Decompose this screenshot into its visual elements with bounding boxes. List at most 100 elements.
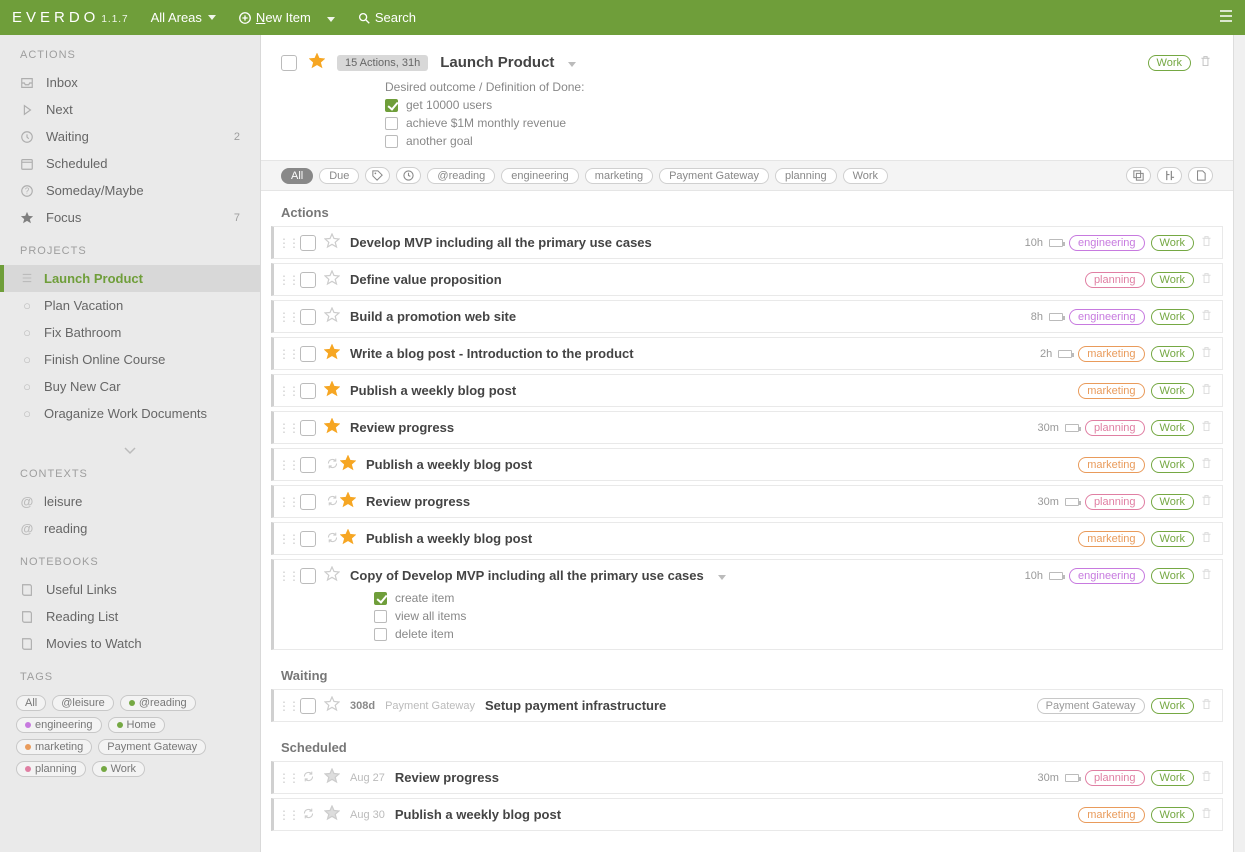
project-area-pill[interactable]: Work [1148, 55, 1191, 71]
drag-handle-icon[interactable] [278, 770, 292, 785]
tag-pill-paymentgateway[interactable]: Payment Gateway [98, 739, 206, 755]
row-checkbox[interactable] [300, 383, 316, 399]
tag-pill-work[interactable]: Work [92, 761, 145, 777]
search-button[interactable]: Search [357, 10, 416, 25]
drag-handle-icon[interactable] [278, 309, 292, 324]
row-trash-button[interactable] [1200, 346, 1214, 362]
drag-handle-icon[interactable] [278, 235, 292, 250]
sidebar-item-somedaymaybe[interactable]: Someday/Maybe [0, 177, 260, 204]
row-trash-button[interactable] [1200, 770, 1214, 786]
sidebar-notebook-usefullinks[interactable]: Useful Links [0, 576, 260, 603]
tag-pill-work[interactable]: Work [1151, 346, 1194, 362]
filter-time-button[interactable] [396, 167, 421, 184]
project-title-caret-icon[interactable] [568, 55, 576, 70]
content-scrollbar[interactable] [1233, 35, 1245, 852]
tag-pill-engineering[interactable]: engineering [16, 717, 102, 733]
filter-due-button[interactable]: Due [319, 168, 359, 184]
row-trash-button[interactable] [1200, 420, 1214, 436]
drag-handle-icon[interactable] [278, 272, 292, 287]
note-checkbox[interactable] [385, 117, 398, 130]
row-star-toggle[interactable] [324, 696, 340, 715]
row-checkbox[interactable] [300, 235, 316, 251]
row-trash-button[interactable] [1200, 272, 1214, 288]
tool-sliders-button[interactable] [1157, 167, 1182, 184]
row-star-toggle[interactable] [324, 768, 340, 787]
action-row[interactable]: Develop MVP including all the primary us… [271, 226, 1223, 259]
row-checkbox[interactable] [300, 494, 316, 510]
tag-pill-work[interactable]: Work [1151, 494, 1194, 510]
tag-pill-work[interactable]: Work [1151, 698, 1194, 714]
sidebar-project-launchproduct[interactable]: Launch Product [0, 265, 260, 292]
row-checkbox[interactable] [300, 420, 316, 436]
action-row[interactable]: Review progress 30m planningWork [271, 411, 1223, 444]
row-trash-button[interactable] [1200, 807, 1214, 823]
row-checkbox[interactable] [300, 309, 316, 325]
action-row[interactable]: Build a promotion web site 8h engineerin… [271, 300, 1223, 333]
tag-pill-reading[interactable]: @reading [120, 695, 196, 711]
project-trash-button[interactable] [1199, 55, 1213, 71]
sidebar-context-leisure[interactable]: @leisure [0, 488, 260, 515]
row-star-toggle[interactable] [324, 307, 340, 326]
row-star-toggle[interactable] [340, 492, 356, 511]
project-star-toggle[interactable] [309, 53, 325, 72]
tag-pill-work[interactable]: Work [1151, 531, 1194, 547]
tag-pill-eng[interactable]: engineering [1069, 309, 1145, 325]
tag-pill-grey[interactable]: Payment Gateway [1037, 698, 1145, 714]
tag-pill-planning[interactable]: planning [16, 761, 86, 777]
hamburger-button[interactable] [1219, 9, 1233, 26]
row-star-toggle[interactable] [324, 344, 340, 363]
sidebar-project-fixbathroom[interactable]: ○Fix Bathroom [0, 319, 260, 346]
row-trash-button[interactable] [1200, 457, 1214, 473]
tag-pill-eng[interactable]: engineering [1069, 235, 1145, 251]
row-trash-button[interactable] [1200, 235, 1214, 251]
row-trash-button[interactable] [1200, 309, 1214, 325]
tag-pill-work[interactable]: Work [1151, 235, 1194, 251]
action-row[interactable]: Publish a weekly blog post marketingWork [271, 522, 1223, 555]
sidebar-item-next[interactable]: Next [0, 96, 260, 123]
tag-pill-marketing[interactable]: marketing [16, 739, 92, 755]
filter-tag-button[interactable] [365, 167, 390, 184]
tag-pill-work[interactable]: Work [1151, 309, 1194, 325]
sidebar-item-scheduled[interactable]: Scheduled [0, 150, 260, 177]
sidebar-notebook-moviestowatch[interactable]: Movies to Watch [0, 630, 260, 657]
filter-tag-planning[interactable]: planning [775, 168, 837, 184]
note-checkbox[interactable] [374, 610, 387, 623]
filter-tag-reading[interactable]: @reading [427, 168, 495, 184]
sidebar-item-inbox[interactable]: Inbox [0, 69, 260, 96]
row-checkbox[interactable] [300, 698, 316, 714]
tag-pill-work[interactable]: Work [1151, 383, 1194, 399]
scheduled-row[interactable]: Aug 27 Review progress 30m planningWork [271, 761, 1223, 794]
sidebar-item-focus[interactable]: Focus7 [0, 204, 260, 231]
tag-pill-leisure[interactable]: @leisure [52, 695, 114, 711]
action-row[interactable]: Define value proposition planningWork [271, 263, 1223, 296]
note-checkbox[interactable] [374, 628, 387, 641]
note-checkbox[interactable] [385, 135, 398, 148]
row-checkbox[interactable] [300, 568, 316, 584]
tag-pill-plan[interactable]: planning [1085, 770, 1145, 786]
row-trash-button[interactable] [1200, 531, 1214, 547]
project-checkbox[interactable] [281, 55, 297, 71]
row-checkbox[interactable] [300, 272, 316, 288]
filter-tag-marketing[interactable]: marketing [585, 168, 653, 184]
tag-pill-plan[interactable]: planning [1085, 494, 1145, 510]
note-checkbox[interactable] [374, 592, 387, 605]
tag-pill-mkt[interactable]: marketing [1078, 531, 1144, 547]
sidebar-project-buynewcar[interactable]: ○Buy New Car [0, 373, 260, 400]
row-star-toggle[interactable] [324, 805, 340, 824]
drag-handle-icon[interactable] [278, 420, 292, 435]
row-trash-button[interactable] [1200, 383, 1214, 399]
row-star-toggle[interactable] [324, 270, 340, 289]
row-trash-button[interactable] [1200, 568, 1214, 584]
action-row[interactable]: Publish a weekly blog post marketingWork [271, 374, 1223, 407]
filter-tag-work[interactable]: Work [843, 168, 888, 184]
row-checkbox[interactable] [300, 346, 316, 362]
action-row[interactable]: Write a blog post - Introduction to the … [271, 337, 1223, 370]
scheduled-row[interactable]: Aug 30 Publish a weekly blog post market… [271, 798, 1223, 831]
tag-pill-all[interactable]: All [16, 695, 46, 711]
row-trash-button[interactable] [1200, 698, 1214, 714]
row-caret-icon[interactable] [718, 568, 726, 583]
tag-pill-work[interactable]: Work [1151, 457, 1194, 473]
sidebar-project-oraganizeworkdocuments[interactable]: ○Oraganize Work Documents [0, 400, 260, 427]
drag-handle-icon[interactable] [278, 383, 292, 398]
drag-handle-icon[interactable] [278, 807, 292, 822]
